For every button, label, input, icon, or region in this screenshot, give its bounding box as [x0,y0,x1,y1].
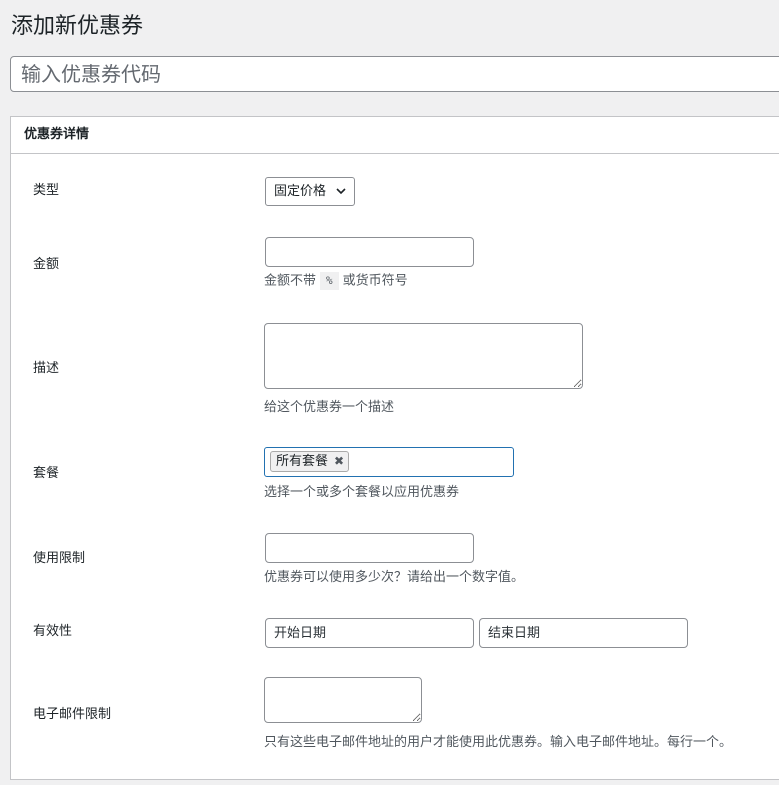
usage-limit-label: 使用限制 [33,551,86,566]
type-select[interactable]: 固定价格 [265,177,355,206]
description-label: 描述 [33,361,60,376]
usage-limit-help: 优惠券可以使用多少次？请给出一个数字值。 [264,570,525,585]
close-icon[interactable]: ✖ [334,452,344,471]
postbox-header: 优惠券详情 [11,117,779,154]
amount-description: 金额不带% 或货币符号 [264,272,408,291]
packages-label: 套餐 [33,466,60,481]
end-date-input[interactable] [479,618,688,648]
type-selected-value: 固定价格 [274,184,327,199]
description-help: 给这个优惠券一个描述 [264,400,395,415]
packages-multiselect[interactable]: 所有套餐 ✖ [264,447,514,477]
amount-label: 金额 [33,257,60,272]
validity-label: 有效性 [33,624,73,639]
package-tag-label: 所有套餐 [276,454,329,469]
percent-code: % [320,272,339,290]
chevron-down-icon [336,188,346,195]
coupon-code-input[interactable] [10,56,779,92]
amount-input[interactable] [265,237,474,267]
email-restriction-textarea[interactable] [264,677,422,723]
email-restriction-help: 只有这些电子邮件地址的用户才能使用此优惠券。输入电子邮件地址。每行一个。 [264,735,733,750]
page-title: 添加新优惠券 [11,14,144,39]
description-textarea[interactable] [264,323,583,389]
amount-desc-after: 或货币符号 [342,273,408,289]
postbox-title: 优惠券详情 [24,127,90,142]
amount-desc-before: 金额不带 [264,273,317,289]
type-label: 类型 [33,183,60,198]
email-restriction-label: 电子邮件限制 [33,707,112,722]
start-date-input[interactable] [265,618,474,648]
packages-help: 选择一个或多个套餐以应用优惠券 [264,485,460,500]
usage-limit-input[interactable] [265,533,474,563]
coupon-details-box: 优惠券详情 类型 固定价格 金额 金额不带% 或货币符号 描述 给这个优惠券一个描… [10,116,779,780]
package-tag: 所有套餐 ✖ [270,451,350,472]
